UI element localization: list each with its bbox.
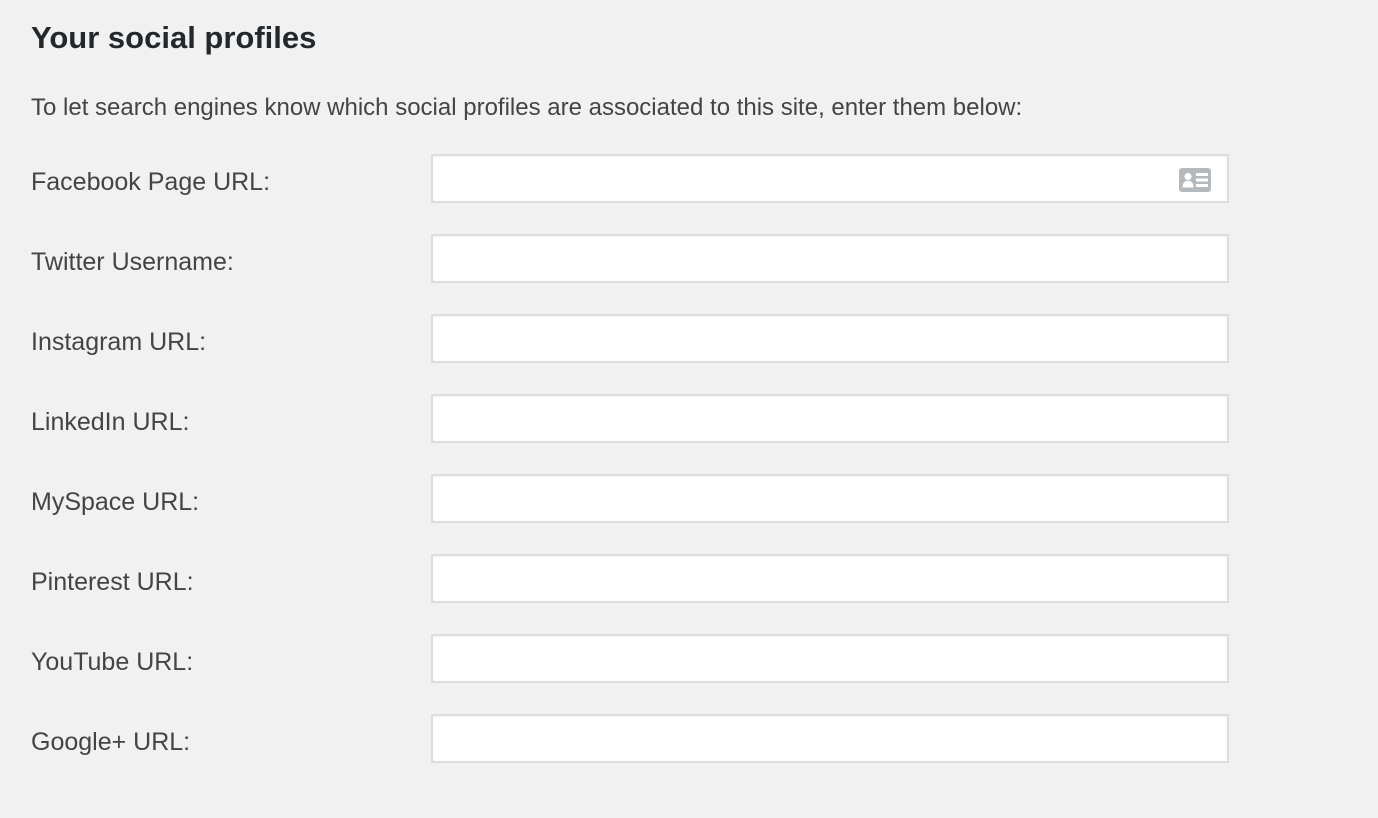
facebook-url-label: Facebook Page URL: bbox=[31, 168, 271, 196]
linkedin-url-label: LinkedIn URL: bbox=[31, 408, 190, 436]
instagram-url-input[interactable] bbox=[433, 316, 1227, 361]
google-plus-url-label: Google+ URL: bbox=[31, 728, 191, 756]
myspace-url-field-wrapper bbox=[431, 474, 1229, 523]
form-row-instagram: Instagram URL: bbox=[31, 314, 1231, 394]
form-row-myspace: MySpace URL: bbox=[31, 474, 1231, 554]
form-row-google-plus: Google+ URL: bbox=[31, 714, 1231, 794]
contact-card-icon[interactable] bbox=[1179, 168, 1211, 192]
youtube-url-field-wrapper bbox=[431, 634, 1229, 683]
twitter-username-input[interactable] bbox=[433, 236, 1227, 281]
google-plus-url-input[interactable] bbox=[433, 716, 1227, 761]
form-row-twitter: Twitter Username: bbox=[31, 234, 1231, 314]
linkedin-url-input[interactable] bbox=[433, 396, 1227, 441]
section-title: Your social profiles bbox=[31, 20, 317, 55]
instagram-url-field-wrapper bbox=[431, 314, 1229, 363]
myspace-url-label: MySpace URL: bbox=[31, 488, 200, 516]
form-row-pinterest: Pinterest URL: bbox=[31, 554, 1231, 634]
instagram-url-label: Instagram URL: bbox=[31, 328, 207, 356]
social-profile-form: Facebook Page URL: Twitter Username: Ins… bbox=[31, 154, 1231, 794]
form-row-facebook: Facebook Page URL: bbox=[31, 154, 1231, 234]
facebook-url-field-wrapper bbox=[431, 154, 1229, 203]
social-profiles-page: Your social profiles To let search engin… bbox=[0, 0, 1378, 818]
facebook-url-input[interactable] bbox=[433, 156, 1227, 201]
google-plus-url-field-wrapper bbox=[431, 714, 1229, 763]
form-row-linkedin: LinkedIn URL: bbox=[31, 394, 1231, 474]
twitter-username-label: Twitter Username: bbox=[31, 248, 234, 276]
pinterest-url-label: Pinterest URL: bbox=[31, 568, 194, 596]
form-row-youtube: YouTube URL: bbox=[31, 634, 1231, 714]
pinterest-url-field-wrapper bbox=[431, 554, 1229, 603]
youtube-url-input[interactable] bbox=[433, 636, 1227, 681]
myspace-url-input[interactable] bbox=[433, 476, 1227, 521]
twitter-username-field-wrapper bbox=[431, 234, 1229, 283]
youtube-url-label: YouTube URL: bbox=[31, 648, 194, 676]
linkedin-url-field-wrapper bbox=[431, 394, 1229, 443]
section-intro: To let search engines know which social … bbox=[31, 94, 1023, 121]
pinterest-url-input[interactable] bbox=[433, 556, 1227, 601]
